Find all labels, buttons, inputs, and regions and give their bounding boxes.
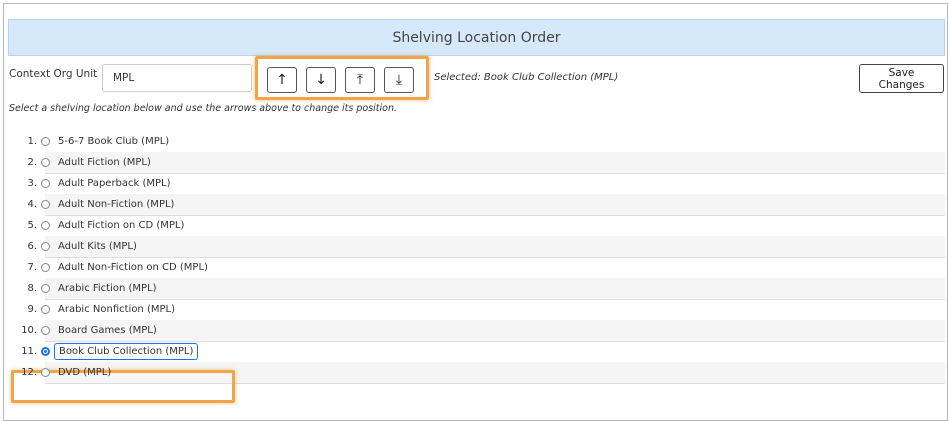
- list-item-number: 1.: [27, 136, 37, 147]
- page-title-bar: Shelving Location Order: [8, 19, 945, 56]
- radio-unchecked-icon[interactable]: [41, 263, 50, 272]
- list-item-number: 8.: [27, 283, 37, 294]
- radio-unchecked-icon[interactable]: [41, 242, 50, 251]
- list-item-number: 2.: [27, 157, 37, 168]
- row-background: [45, 236, 945, 257]
- list-item[interactable]: 10. Board Games (MPL): [9, 320, 945, 342]
- radio-unchecked-icon[interactable]: [41, 368, 50, 377]
- list-item[interactable]: 6. Adult Kits (MPL): [9, 236, 945, 258]
- list-item-number: 6.: [27, 241, 37, 252]
- list-item-label[interactable]: Board Games (MPL): [58, 325, 157, 336]
- list-item[interactable]: 3. Adult Paperback (MPL): [9, 173, 945, 195]
- row-background: [45, 320, 945, 341]
- arrow-buttons-highlight: ↑ ↓ ⤒ ⤓: [255, 56, 429, 100]
- list-item[interactable]: 7. Adult Non-Fiction on CD (MPL): [9, 257, 945, 279]
- list-item[interactable]: 5. Adult Fiction on CD (MPL): [9, 215, 945, 237]
- list-item-label[interactable]: Arabic Nonfiction (MPL): [58, 304, 175, 315]
- list-item-label[interactable]: Adult Non-Fiction on CD (MPL): [58, 262, 208, 273]
- move-to-bottom-icon: ⤓: [395, 72, 403, 88]
- list-item-number: 10.: [21, 325, 37, 336]
- list-item-label[interactable]: DVD (MPL): [58, 367, 111, 378]
- list-item[interactable]: 1. 5-6-7 Book Club (MPL): [9, 131, 945, 153]
- selected-location-text: Selected: Book Club Collection (MPL): [434, 72, 619, 83]
- list-item-number: 12.: [21, 367, 37, 378]
- list-item[interactable]: 8. Arabic Fiction (MPL): [9, 278, 945, 300]
- move-down-icon: ↓: [315, 72, 327, 88]
- row-background: [45, 152, 945, 173]
- row-background: [45, 278, 945, 299]
- list-item[interactable]: 2. Adult Fiction (MPL): [9, 152, 945, 174]
- radio-unchecked-icon[interactable]: [41, 137, 50, 146]
- list-item-number: 5.: [27, 220, 37, 231]
- list-item-number: 11.: [21, 346, 37, 357]
- list-item-label[interactable]: Adult Paperback (MPL): [58, 178, 171, 189]
- list-item-number: 4.: [27, 199, 37, 210]
- radio-unchecked-icon[interactable]: [41, 326, 50, 335]
- list-item-label[interactable]: Book Club Collection (MPL): [54, 343, 199, 360]
- radio-unchecked-icon[interactable]: [41, 221, 50, 230]
- list-item-number: 9.: [27, 304, 37, 315]
- radio-unchecked-icon[interactable]: [41, 284, 50, 293]
- row-background: [45, 194, 945, 215]
- list-item-number: 3.: [27, 178, 37, 189]
- radio-unchecked-icon[interactable]: [41, 200, 50, 209]
- list-item[interactable]: 11. Book Club Collection (MPL): [9, 341, 945, 363]
- move-up-button[interactable]: ↑: [267, 67, 297, 93]
- context-org-unit-label: Context Org Unit: [9, 68, 98, 80]
- shelving-location-list: 1. 5-6-7 Book Club (MPL) 2. Adult Fiction (…: [9, 131, 945, 384]
- list-item-number: 7.: [27, 262, 37, 273]
- list-item-label[interactable]: Adult Non-Fiction (MPL): [58, 199, 174, 210]
- move-to-top-icon: ⤒: [356, 72, 364, 88]
- move-down-button[interactable]: ↓: [306, 67, 336, 93]
- list-item-label[interactable]: Adult Fiction on CD (MPL): [58, 220, 184, 231]
- save-changes-button[interactable]: Save Changes: [859, 64, 944, 93]
- list-item-label[interactable]: 5-6-7 Book Club (MPL): [58, 136, 169, 147]
- list-item[interactable]: 9. Arabic Nonfiction (MPL): [9, 299, 945, 321]
- instructions-text: Select a shelving location below and use…: [9, 103, 397, 114]
- move-to-top-button[interactable]: ⤒: [345, 67, 375, 93]
- move-to-bottom-button[interactable]: ⤓: [384, 67, 414, 93]
- list-item-label[interactable]: Adult Kits (MPL): [58, 241, 137, 252]
- move-up-icon: ↑: [276, 72, 288, 88]
- radio-unchecked-icon[interactable]: [41, 158, 50, 167]
- radio-checked-icon[interactable]: [41, 347, 50, 356]
- radio-unchecked-icon[interactable]: [41, 179, 50, 188]
- list-item[interactable]: 4. Adult Non-Fiction (MPL): [9, 194, 945, 216]
- list-item-label[interactable]: Adult Fiction (MPL): [58, 157, 151, 168]
- context-org-unit-input[interactable]: [102, 64, 252, 92]
- page-title: Shelving Location Order: [392, 29, 561, 46]
- list-item-label[interactable]: Arabic Fiction (MPL): [58, 283, 157, 294]
- radio-unchecked-icon[interactable]: [41, 305, 50, 314]
